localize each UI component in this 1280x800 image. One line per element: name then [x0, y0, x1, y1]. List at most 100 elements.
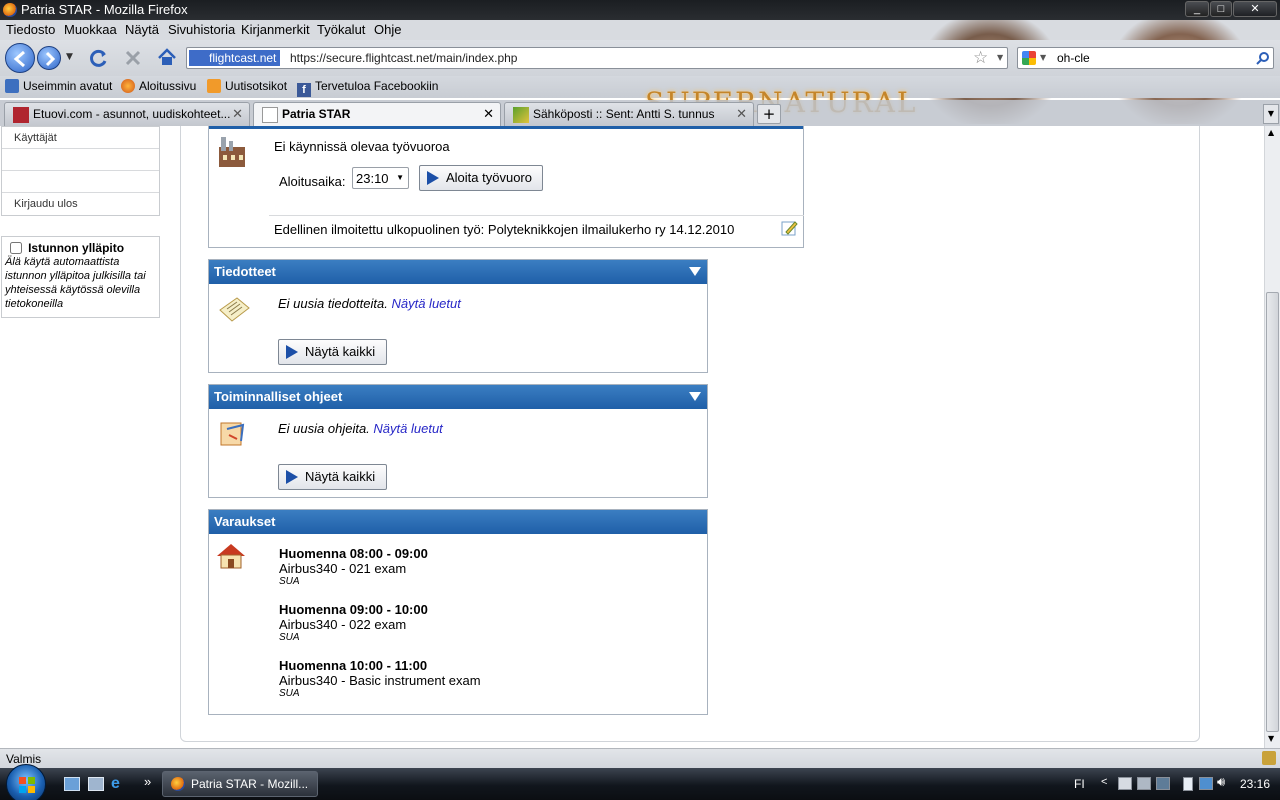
bookmark-star-icon[interactable]: ☆	[973, 48, 988, 68]
menu-nayta[interactable]: Näytä	[125, 22, 159, 37]
menu-ohje[interactable]: Ohje	[374, 22, 401, 37]
taskbar: e » Patria STAR - Mozill... FI < 🔊︎ 23:1…	[0, 764, 1280, 800]
previous-work: Edellinen ilmoitettu ulkopuolinen työ: P…	[274, 222, 735, 237]
clock[interactable]: 23:16	[1240, 777, 1270, 791]
instructions-show-all-button[interactable]: Näytä kaikki	[278, 464, 387, 490]
tab-patria-star[interactable]: Patria STAR ✕	[253, 102, 501, 126]
start-time-select[interactable]: 23:10 ▼	[352, 167, 409, 189]
tab-label: Sähköposti :: Sent: Antti S. tunnus	[533, 107, 715, 121]
language-indicator[interactable]: FI	[1074, 777, 1085, 791]
house-icon	[217, 544, 245, 569]
window-titlebar: Patria STAR - Mozilla Firefox _ □ ✕	[0, 0, 1280, 20]
sidebar-item-kayttajat[interactable]: Käyttäjät	[2, 127, 159, 149]
google-icon[interactable]	[1022, 51, 1036, 65]
scroll-up-icon[interactable]: ▲	[1268, 128, 1274, 137]
menu-sivuhistoria[interactable]: Sivuhistoria	[168, 22, 235, 37]
sidebar-item-logout[interactable]: Kirjaudu ulos	[2, 193, 159, 215]
minimize-button[interactable]: _	[1185, 1, 1209, 17]
back-arrow-icon	[13, 50, 25, 68]
instructions-show-read-link[interactable]: Näytä luetut	[373, 421, 442, 436]
padlock-icon[interactable]	[1262, 751, 1276, 765]
collapse-toggle-icon[interactable]	[689, 267, 701, 276]
bookmark-headlines[interactable]: Uutisotsikot	[207, 79, 287, 93]
reservation-tag: SUA	[279, 632, 300, 643]
url-dropdown-icon[interactable]: ▼	[997, 53, 1003, 62]
stop-icon[interactable]	[123, 48, 143, 68]
start-time-label: Aloitusaika:	[279, 174, 346, 189]
tray-app-icon[interactable]	[1118, 777, 1132, 790]
instructions-header[interactable]: Toiminnalliset ohjeet	[209, 385, 707, 409]
new-tab-button[interactable]: +	[757, 104, 781, 124]
scroll-down-icon[interactable]: ▼	[1268, 734, 1274, 743]
bookmark-facebook[interactable]: f Tervetuloa Facebookiin	[297, 79, 438, 97]
navigation-toolbar: ▼ flightcast.net https://secure.flightca…	[0, 40, 1280, 76]
tab-list-button[interactable]: ▼	[1263, 104, 1279, 124]
menu-muokkaa[interactable]: Muokkaa	[64, 22, 117, 37]
internet-explorer-icon[interactable]: e	[111, 775, 120, 793]
notices-show-read-link[interactable]: Näytä luetut	[391, 296, 460, 311]
tab-label: Etuovi.com - asunnot, uudiskohteet...	[33, 107, 231, 121]
tray-battery-icon[interactable]	[1183, 777, 1193, 791]
show-desktop-icon[interactable]	[64, 777, 80, 791]
reservation-item[interactable]: Huomenna 10:00 - 11:00 Airbus340 - Basic…	[279, 658, 481, 699]
search-input[interactable]: oh-cle	[1057, 51, 1090, 65]
sidebar-item-empty[interactable]	[2, 149, 159, 171]
newspaper-icon	[219, 297, 250, 322]
search-engine-dropdown-icon[interactable]: ▼	[1040, 53, 1046, 62]
address-bar[interactable]: flightcast.net https://secure.flightcast…	[186, 47, 1008, 69]
reservation-item[interactable]: Huomenna 09:00 - 10:00 Airbus340 - 022 e…	[279, 602, 428, 643]
sidebar-item-empty[interactable]	[2, 171, 159, 193]
tab-etuovi[interactable]: Etuovi.com - asunnot, uudiskohteet... ✕	[4, 102, 250, 126]
collapse-toggle-icon[interactable]	[689, 392, 701, 401]
session-label: Istunnon ylläpito	[28, 241, 125, 255]
history-dropdown-icon[interactable]: ▼	[66, 52, 73, 62]
bookmark-start-page[interactable]: Aloitussivu	[121, 79, 196, 93]
close-tab-icon[interactable]: ✕	[736, 106, 747, 122]
scroll-thumb[interactable]	[1266, 292, 1279, 732]
tab-sahkoposti[interactable]: Sähköposti :: Sent: Antti S. tunnus ✕	[504, 102, 754, 126]
reservation-item[interactable]: Huomenna 08:00 - 09:00 Airbus340 - 021 e…	[279, 546, 428, 587]
menu-tyokalut[interactable]: Työkalut	[317, 22, 365, 37]
tray-expand-icon[interactable]: <	[1101, 776, 1107, 788]
search-icon[interactable]	[1256, 51, 1270, 65]
menu-kirjanmerkit[interactable]: Kirjanmerkit	[241, 22, 310, 37]
edit-icon[interactable]	[780, 219, 798, 237]
tray-wifi-icon[interactable]	[1199, 777, 1213, 790]
menu-tiedosto[interactable]: Tiedosto	[6, 22, 55, 37]
most-visited-icon	[5, 79, 19, 93]
session-keepalive-checkbox[interactable]	[10, 242, 22, 254]
reload-icon[interactable]	[89, 48, 109, 68]
start-shift-button[interactable]: Aloita työvuoro	[419, 165, 543, 191]
windows-logo-icon	[19, 777, 35, 793]
notices-header[interactable]: Tiedotteet	[209, 260, 707, 284]
quick-launch-expand-icon[interactable]: »	[144, 774, 151, 789]
tray-monitor-icon[interactable]	[1137, 777, 1151, 790]
vertical-scrollbar[interactable]: ▲ ▼	[1264, 126, 1280, 748]
forward-button[interactable]	[37, 46, 61, 70]
reservation-name: Airbus340 - 022 exam	[279, 617, 407, 632]
firefox-icon	[171, 777, 185, 791]
volume-icon[interactable]: 🔊︎	[1217, 774, 1225, 790]
instructions-text: Ei uusia ohjeita.	[278, 421, 370, 436]
instructions-title: Toiminnalliset ohjeet	[214, 389, 343, 404]
start-button[interactable]	[6, 764, 46, 800]
close-tab-icon[interactable]: ✕	[232, 106, 243, 122]
home-icon[interactable]	[156, 47, 178, 69]
shift-box: Ei käynnissä olevaa työvuoroa Aloitusaik…	[208, 126, 804, 248]
reservation-time: Huomenna 10:00 - 11:00	[279, 658, 428, 673]
site-identity-button[interactable]: flightcast.net	[189, 50, 281, 66]
bookmark-most-visited[interactable]: Useimmin avatut	[5, 79, 112, 93]
switch-windows-icon[interactable]	[88, 777, 104, 791]
page-favicon-icon	[262, 107, 278, 123]
reservation-time: Huomenna 08:00 - 09:00	[279, 546, 428, 561]
url-text[interactable]: https://secure.flightcast.net/main/index…	[290, 51, 517, 65]
maximize-button[interactable]: □	[1210, 1, 1232, 17]
notices-show-all-button[interactable]: Näytä kaikki	[278, 339, 387, 365]
search-bar[interactable]: ▼ oh-cle	[1017, 47, 1274, 69]
tray-network-icon[interactable]	[1156, 777, 1170, 790]
close-window-button[interactable]: ✕	[1233, 1, 1277, 17]
taskbar-firefox-window[interactable]: Patria STAR - Mozill...	[162, 771, 318, 797]
back-button[interactable]	[5, 43, 35, 73]
close-tab-icon[interactable]: ✕	[483, 106, 494, 122]
play-icon	[427, 171, 439, 185]
